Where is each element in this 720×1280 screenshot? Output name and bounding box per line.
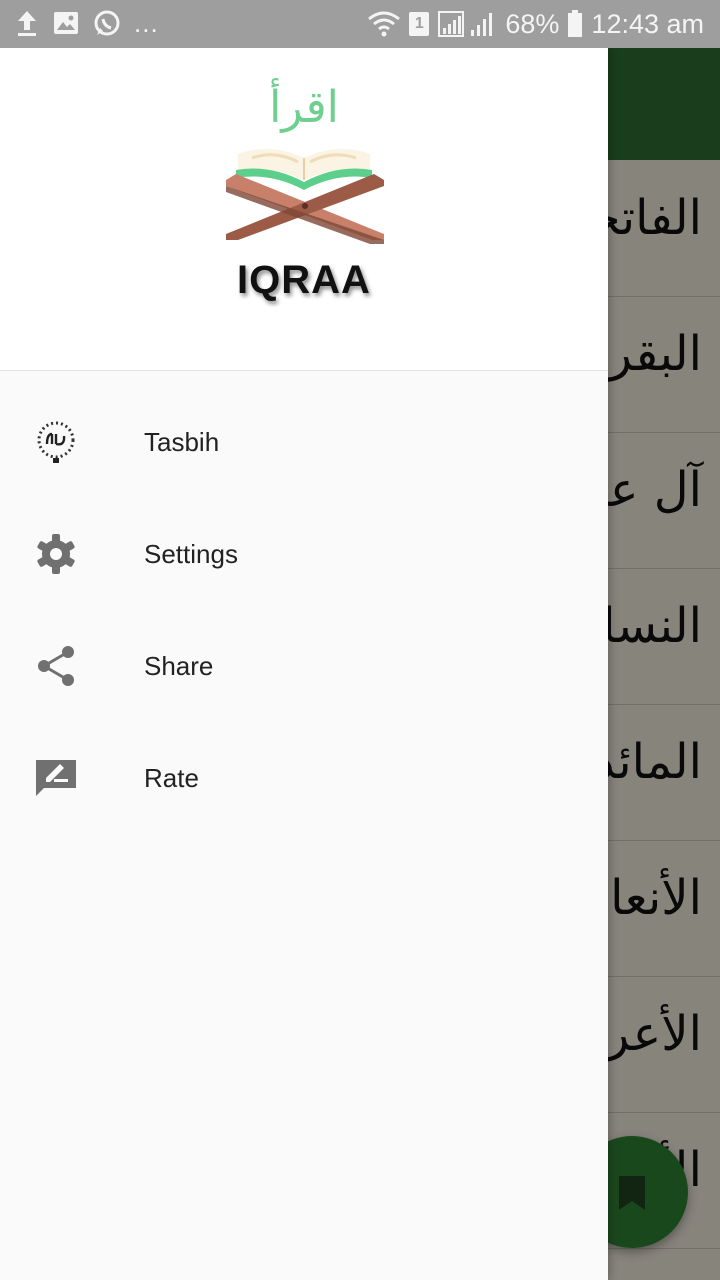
- app-name: IQRAA: [237, 258, 371, 302]
- drawer-menu: Tasbih Settings Share Rate: [0, 386, 608, 834]
- tasbih-icon: [37, 421, 75, 463]
- gear-icon: [37, 534, 75, 574]
- whatsapp-icon: [94, 10, 120, 36]
- menu-item-share[interactable]: Share: [0, 610, 608, 722]
- signal-icon: [438, 11, 493, 37]
- quran-stand-logo-icon: [226, 148, 384, 244]
- rate-icon: [36, 760, 76, 796]
- menu-item-label: Tasbih: [144, 427, 220, 457]
- status-bar: ... 1 68% 12:43 am: [0, 0, 720, 48]
- drawer-header: اقرأ IQRAA: [0, 48, 608, 371]
- menu-item-label: Share: [144, 651, 214, 681]
- image-icon: [54, 12, 78, 34]
- battery-icon: [568, 10, 583, 37]
- menu-item-rate[interactable]: Rate: [0, 722, 608, 834]
- wifi-icon: [368, 11, 401, 37]
- logo-arabic-text: اقرأ: [269, 82, 339, 133]
- menu-item-settings[interactable]: Settings: [0, 498, 608, 610]
- clock: 12:43 am: [591, 9, 704, 39]
- menu-item-label: Rate: [144, 763, 199, 793]
- menu-item-tasbih[interactable]: Tasbih: [0, 386, 608, 498]
- sim-slot-badge: 1: [409, 12, 430, 36]
- navigation-drawer: اقرأ IQRAA Tasbih Settings Share Rate: [0, 48, 608, 1280]
- menu-item-label: Settings: [144, 539, 238, 569]
- upload-icon: [18, 11, 36, 36]
- notification-overflow: ...: [134, 8, 159, 38]
- share-icon: [38, 646, 74, 686]
- battery-percent: 68%: [505, 9, 560, 39]
